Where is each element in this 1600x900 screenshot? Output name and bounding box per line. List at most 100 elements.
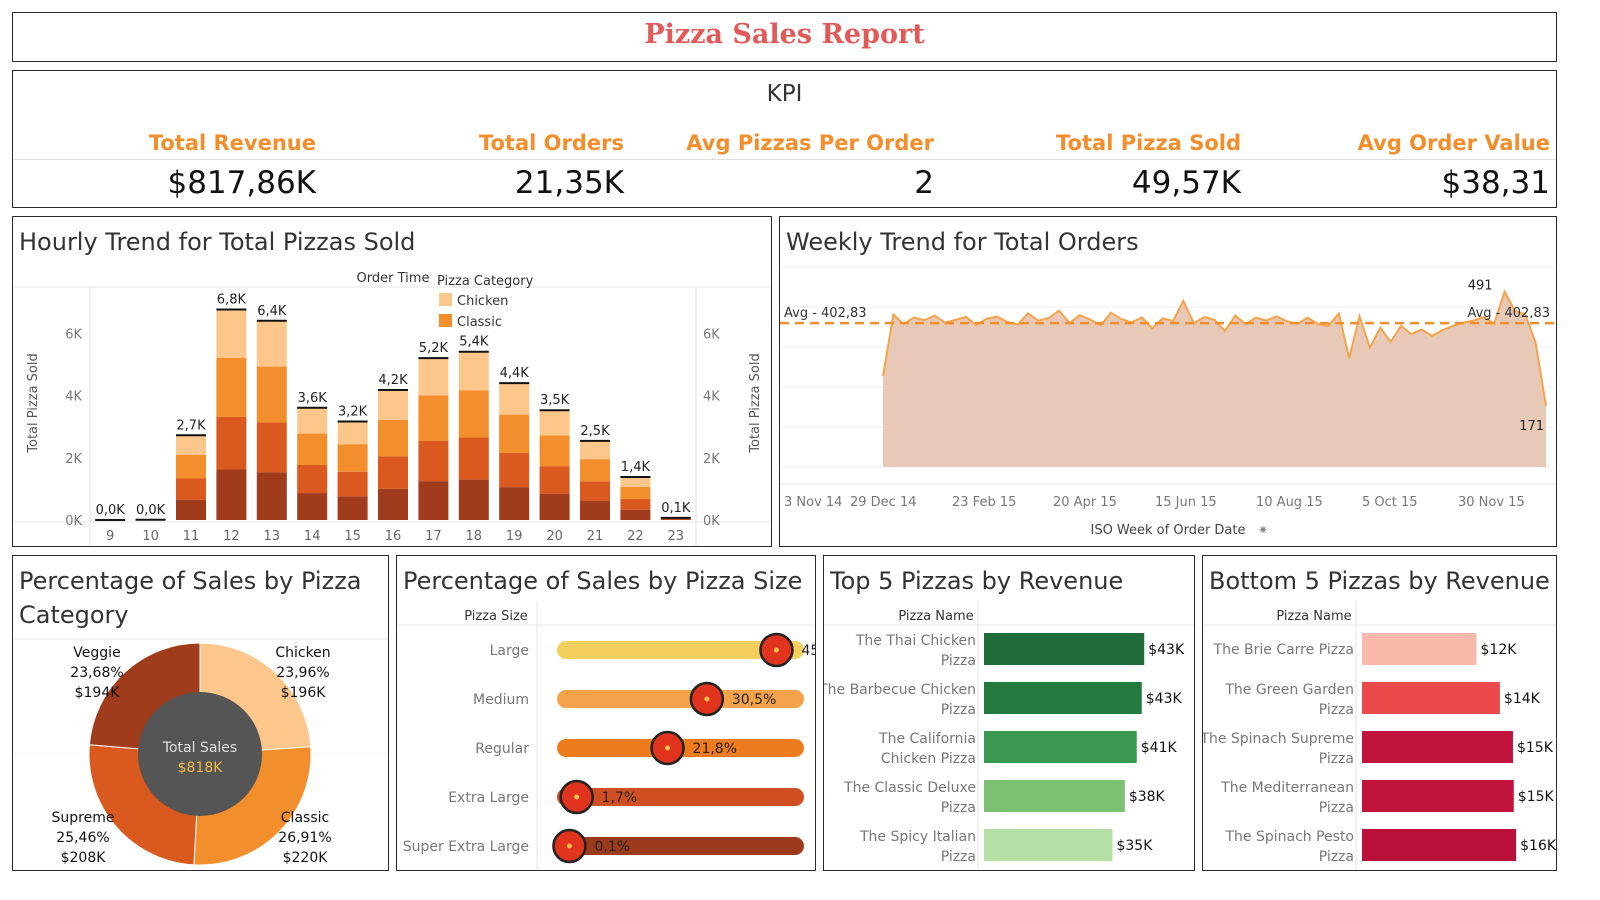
hourly-legend-label: Classic [457, 315, 502, 330]
top5-value-label: $43K [1148, 642, 1185, 658]
category-donut-chart: Total Sales $818K Chicken 23,96% $196K Classi… [13, 638, 388, 866]
category-label-name: Supreme [52, 810, 115, 826]
top5-name-label: The Barbecue Chicken [824, 682, 976, 698]
hourly-legend-title: Pizza Category [437, 274, 534, 289]
size-category-label: Medium [473, 692, 529, 708]
size-category-label: Super Extra Large [403, 839, 529, 855]
weekly-xtick: 23 Feb 15 [952, 495, 1016, 510]
hourly-bar-segment [620, 498, 651, 510]
size-marker-dot [566, 843, 572, 849]
kpi-total-revenue-value: $817,86K [167, 165, 316, 201]
weekly-xtick: 3 Nov 14 [784, 495, 842, 510]
hourly-bar-segment [499, 414, 530, 453]
weekly-trend-chart: Avg - 402,83 Avg - 402,83 491 171 3 Nov 14 29… [780, 266, 1556, 538]
hourly-bar-segment [418, 481, 449, 520]
hourly-total-label: 5,4K [459, 335, 489, 350]
top5-panel: Top 5 Pizzas by Revenue Pizza Name $43K Th… [823, 555, 1195, 871]
weekly-avg-label-right: Avg - 402,83 [1467, 306, 1550, 321]
top5-name-label: The Classic Deluxe [843, 780, 976, 796]
kpi-divider [13, 159, 1556, 160]
top5-value-label: $41K [1141, 740, 1178, 756]
hourly-bar-segment [660, 518, 691, 520]
hourly-bar-segment [216, 416, 247, 470]
hourly-xtick: 9 [106, 529, 114, 544]
size-category-label: Extra Large [448, 790, 529, 806]
hourly-bar-segment [297, 493, 328, 520]
top5-value-label: $43K [1146, 691, 1183, 707]
kpi-total-revenue-label: Total Revenue [148, 131, 316, 155]
bottom5-value-label: $16K [1520, 838, 1557, 854]
hourly-total-label: 3,5K [540, 393, 570, 408]
hourly-bar-segment [378, 456, 408, 489]
top5-chart: Pizza Name $43K The Thai Chicken Pizza $43K T… [824, 601, 1194, 870]
hourly-xtick: 11 [183, 529, 200, 544]
size-category-label: Regular [475, 741, 529, 757]
top5-name-label: The Thai Chicken [855, 633, 976, 649]
hourly-bar-segment [378, 389, 408, 420]
category-label-value: $220K [283, 850, 329, 866]
hourly-total-label: 4,2K [378, 373, 408, 388]
hourly-bar-segment [378, 488, 408, 520]
size-sales-panel: Percentage of Sales by Pizza Size Pizza … [396, 555, 816, 871]
size-sales-chart: Pizza Size Large 45,9% Medium 30,5% Regular 21… [397, 601, 815, 870]
hourly-xtick: 18 [466, 529, 483, 544]
report-title: Pizza Sales Report [644, 19, 925, 50]
hourly-total-label: 0,0K [136, 503, 166, 518]
top5-column-header: Pizza Name [898, 609, 973, 624]
weekly-xtick: 29 Dec 14 [850, 495, 917, 510]
bottom5-name-label: The Spinach Supreme [1203, 731, 1354, 747]
hourly-bar-segment [378, 419, 408, 457]
size-column-header: Pizza Size [464, 609, 528, 624]
bottom5-name-label: The Mediterranean [1220, 780, 1354, 796]
hourly-bar-segment [580, 440, 610, 460]
hourly-bar-segment [499, 487, 530, 520]
size-value-label: 30,5% [732, 692, 776, 708]
top5-bar [984, 731, 1137, 763]
hourly-ytick-right: 6K [703, 328, 720, 343]
bottom5-name-label: Pizza [1319, 800, 1354, 816]
hourly-bar-segment [216, 357, 247, 417]
hourly-total-label: 6,8K [217, 292, 247, 307]
hourly-bar-segment [256, 366, 287, 423]
bottom5-name-label: The Spinach Pesto [1224, 829, 1354, 845]
bottom5-bar [1362, 780, 1514, 812]
bottom5-chart: Pizza Name $12K The Brie Carre Pizza $14K Th… [1203, 601, 1557, 870]
top5-bar [984, 682, 1142, 714]
weekly-xtick: 15 Jun 15 [1155, 495, 1217, 510]
hourly-bar-segment [458, 390, 489, 438]
size-value-label: 0,1% [594, 839, 630, 855]
size-value-label: 1,7% [602, 790, 638, 806]
hourly-bar-segment [660, 519, 691, 520]
pin-icon: ✷ [1258, 523, 1268, 537]
hourly-bar-segment [337, 421, 368, 445]
category-label-pct: 26,91% [278, 830, 331, 846]
hourly-bar-segment [458, 437, 489, 480]
size-value-label: 21,8% [693, 741, 737, 757]
bottom5-name-label: The Green Garden [1224, 682, 1354, 698]
weekly-trend-panel: Weekly Trend for Total Orders Avg - 402,… [779, 216, 1557, 547]
size-marker-dot [665, 745, 671, 751]
bottom5-bar [1362, 731, 1513, 763]
weekly-xtick: 30 Nov 15 [1458, 495, 1525, 510]
hourly-bar-segment [620, 486, 651, 499]
hourly-xtick: 17 [425, 529, 442, 544]
bottom5-bar [1362, 633, 1477, 665]
hourly-bar-segment [176, 454, 206, 479]
hourly-bar-segment [620, 509, 651, 520]
hourly-bar-segment [499, 452, 530, 488]
report-title-panel: Pizza Sales Report [12, 12, 1557, 62]
hourly-ytick-right: 2K [703, 452, 720, 467]
hourly-bar-segment [256, 320, 287, 367]
hourly-xtick: 10 [142, 529, 159, 544]
kpi-panel: KPI Total Revenue $817,86K Total Orders … [12, 70, 1557, 208]
hourly-bar-segment [176, 478, 206, 500]
hourly-bar-segment [297, 465, 328, 494]
hourly-bar-segment [337, 496, 368, 520]
hourly-legend-swatch [439, 293, 452, 306]
hourly-xtick: 21 [587, 529, 604, 544]
hourly-bar-segment [337, 471, 368, 497]
hourly-bar-segment [539, 410, 570, 436]
category-label-name: Classic [281, 810, 329, 826]
hourly-bar-segment [176, 499, 206, 520]
hourly-bar-segment [297, 433, 328, 466]
